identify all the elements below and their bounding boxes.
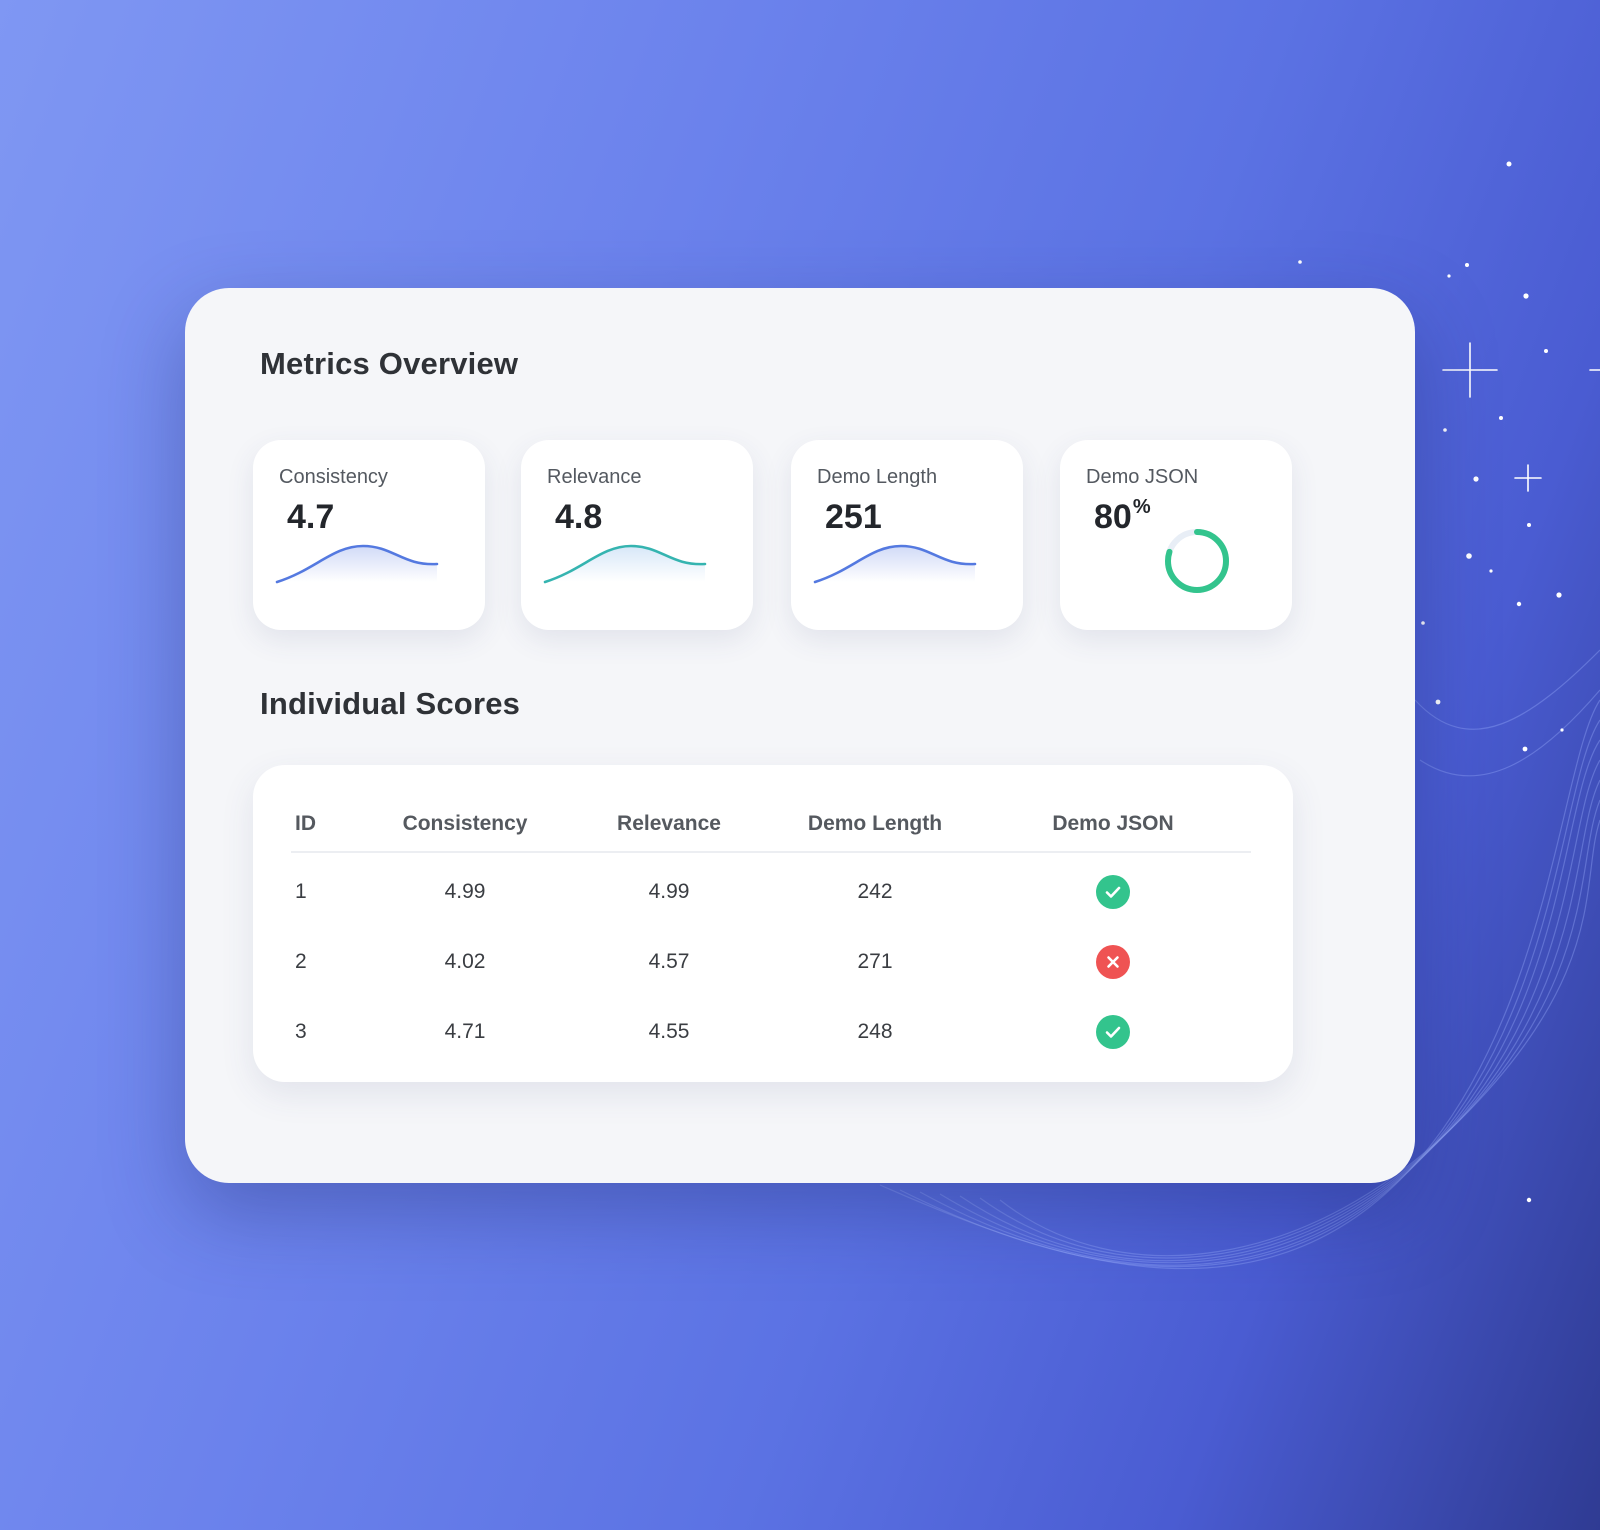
column-header-demo-length[interactable]: Demo Length — [775, 797, 975, 853]
metrics-panel: Metrics Overview Consistency 4.7 Relevan… — [185, 288, 1415, 1183]
x-icon — [1096, 945, 1130, 979]
metric-card-relevance: Relevance 4.8 — [521, 440, 753, 630]
metric-label: Consistency — [279, 466, 388, 488]
cell-relevance: 4.57 — [648, 950, 690, 973]
table-row: 3 4.71 4.55 248 — [291, 993, 1251, 1071]
demo-length-trend-chart — [813, 544, 977, 584]
metric-value: 80% — [1094, 496, 1151, 537]
metric-label: Relevance — [547, 466, 642, 488]
table-row: 1 4.99 4.99 242 — [291, 852, 1251, 931]
metric-value: 4.8 — [555, 498, 603, 536]
cell-id: 1 — [295, 880, 307, 903]
cell-relevance: 4.55 — [648, 1020, 690, 1043]
metric-label: Demo JSON — [1086, 466, 1199, 488]
check-icon — [1096, 875, 1130, 909]
column-header-demo-json[interactable]: Demo JSON — [975, 797, 1251, 853]
metric-card-demo-json: Demo JSON 80% — [1060, 440, 1292, 630]
cell-demo-json — [975, 852, 1251, 931]
metric-value: 251 — [825, 498, 882, 536]
scores-table: ID Consistency Relevance Demo Length Dem… — [291, 797, 1251, 1071]
table-row: 2 4.02 4.57 271 — [291, 931, 1251, 993]
relevance-trend-chart — [543, 544, 707, 584]
cell-demo-length: 271 — [857, 950, 893, 973]
cell-demo-json — [975, 931, 1251, 993]
metric-value: 4.7 — [287, 498, 335, 536]
metric-label: Demo Length — [817, 466, 938, 488]
cell-consistency: 4.02 — [444, 950, 486, 973]
column-header-id[interactable]: ID — [291, 797, 367, 853]
cell-demo-length: 242 — [857, 880, 893, 903]
column-header-relevance[interactable]: Relevance — [563, 797, 775, 853]
check-icon — [1096, 1015, 1130, 1049]
progress-ring — [1165, 529, 1229, 593]
table-header-row: ID Consistency Relevance Demo Length Dem… — [291, 797, 1251, 853]
cell-consistency: 4.71 — [444, 1020, 486, 1043]
metric-unit: % — [1132, 496, 1151, 518]
scores-table-card: ID Consistency Relevance Demo Length Dem… — [253, 765, 1293, 1082]
metric-card-demo-length: Demo Length 251 — [791, 440, 1023, 630]
cell-id: 2 — [295, 950, 307, 973]
metrics-overview-title: Metrics Overview — [260, 346, 519, 381]
cell-relevance: 4.99 — [648, 880, 690, 903]
cell-demo-length: 248 — [857, 1020, 893, 1043]
column-header-consistency[interactable]: Consistency — [367, 797, 563, 853]
consistency-trend-chart — [275, 544, 439, 584]
cell-id: 3 — [295, 1020, 307, 1043]
cell-demo-json — [975, 993, 1251, 1071]
metric-value-number: 80 — [1094, 498, 1132, 536]
individual-scores-title: Individual Scores — [260, 686, 521, 721]
metric-card-consistency: Consistency 4.7 — [253, 440, 485, 630]
cell-consistency: 4.99 — [444, 880, 486, 903]
